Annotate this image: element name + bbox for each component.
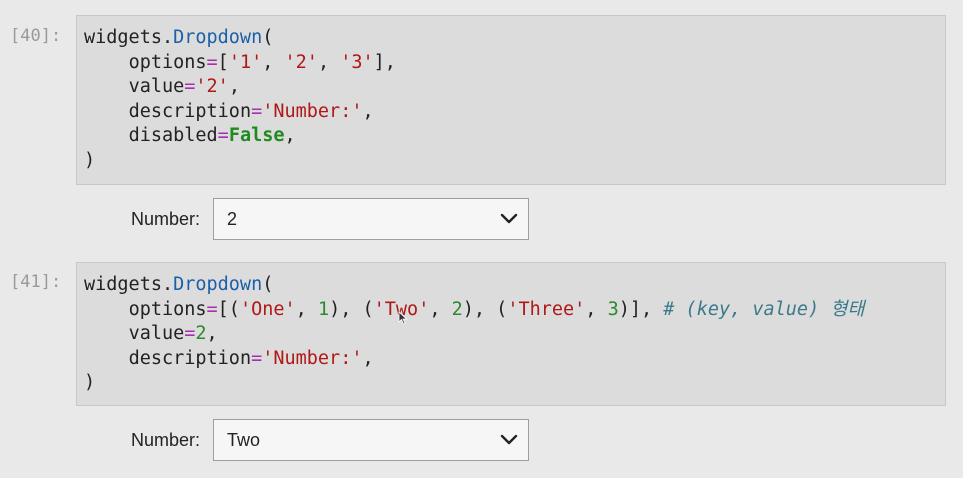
number-dropdown[interactable]: 2 xyxy=(213,198,529,240)
code-operator: = xyxy=(206,51,218,73)
code-string: '2' xyxy=(195,76,229,97)
code-identifier: description xyxy=(128,347,252,369)
code-punctuation xyxy=(84,348,129,369)
code-punctuation: , xyxy=(206,323,218,344)
code-operator: = xyxy=(251,347,263,369)
code-punctuation: )], xyxy=(618,298,664,320)
code-line: value='2', xyxy=(84,75,945,100)
code-punctuation: . xyxy=(161,27,174,48)
code-attribute: Dropdown xyxy=(173,27,263,48)
dropdown-label: Number: xyxy=(130,429,200,450)
code-string: 'Number:' xyxy=(262,347,363,369)
code-number: 1 xyxy=(317,298,330,320)
code-identifier: description xyxy=(128,100,252,122)
chevron-down-icon xyxy=(500,213,518,224)
code-cell[interactable]: widgets.Dropdown( options=['1', '2', '3'… xyxy=(76,15,946,185)
dropdown-widget: Number: Two xyxy=(76,419,529,461)
code-punctuation xyxy=(84,125,129,146)
code-line: widgets.Dropdown( xyxy=(84,26,945,51)
code-punctuation: ), ( xyxy=(462,298,508,320)
code-identifier: widgets xyxy=(84,27,162,48)
code-line: description='Number:', xyxy=(84,100,945,125)
cell-prompt: [41]: xyxy=(10,272,62,292)
code-number: 2 xyxy=(451,298,463,320)
dropdown-label: Number: xyxy=(130,208,200,229)
code-comment: # (key, value) 형태 xyxy=(663,298,865,320)
code-operator: = xyxy=(184,76,196,97)
code-line: description='Number:', xyxy=(84,347,945,372)
code-punctuation: ( xyxy=(262,27,274,48)
code-punctuation: , xyxy=(295,298,318,320)
code-punctuation xyxy=(84,76,129,97)
code-line: disabled=False, xyxy=(84,124,945,149)
code-identifier: options xyxy=(128,298,207,320)
code-punctuation: [ xyxy=(217,51,229,73)
code-punctuation: , xyxy=(585,298,608,320)
code-number: 2 xyxy=(195,323,207,344)
code-punctuation: ( xyxy=(262,274,274,295)
dropdown-widget: Number: 2 xyxy=(76,198,529,240)
number-dropdown[interactable]: Two xyxy=(213,419,529,461)
code-string: '1' xyxy=(228,51,263,73)
code-identifier: value xyxy=(128,76,185,97)
code-line: ) xyxy=(84,149,945,174)
code-string: 'Three' xyxy=(507,298,586,320)
code-operator: = xyxy=(251,100,263,122)
code-number: 3 xyxy=(607,298,619,320)
code-punctuation: ), ( xyxy=(329,298,374,320)
code-punctuation: [( xyxy=(217,298,240,320)
code-block: widgets.Dropdown( options=['1', '2', '3'… xyxy=(84,16,945,173)
code-identifier: widgets xyxy=(84,274,162,295)
code-punctuation: , xyxy=(362,100,374,122)
code-punctuation xyxy=(84,52,129,73)
code-block: widgets.Dropdown( options=[('One', 1), (… xyxy=(84,263,945,396)
code-punctuation: . xyxy=(161,274,174,295)
code-identifier: options xyxy=(128,51,207,73)
code-operator: = xyxy=(184,323,196,344)
chevron-down-icon xyxy=(500,434,518,445)
code-punctuation xyxy=(84,323,129,344)
code-string: '2' xyxy=(284,51,318,73)
code-identifier: value xyxy=(128,323,185,344)
code-identifier: disabled xyxy=(128,125,218,146)
code-punctuation: , xyxy=(284,125,296,146)
code-line: ) xyxy=(84,371,945,396)
code-line: options=[('One', 1), ('Two', 2), ('Three… xyxy=(84,298,945,323)
code-attribute: Dropdown xyxy=(173,274,263,295)
code-punctuation: , xyxy=(362,347,374,369)
code-line: value=2, xyxy=(84,322,945,347)
mouse-cursor-icon xyxy=(398,311,408,325)
code-punctuation: ) xyxy=(84,149,96,171)
code-string: 'One' xyxy=(239,298,296,320)
code-line: widgets.Dropdown( xyxy=(84,273,945,298)
code-punctuation xyxy=(84,101,129,122)
code-punctuation: , xyxy=(228,76,240,97)
code-cell[interactable]: widgets.Dropdown( options=[('One', 1), (… xyxy=(76,262,946,406)
dropdown-selected-value: Two xyxy=(227,429,261,450)
code-punctuation: , xyxy=(262,51,285,73)
code-punctuation: , xyxy=(317,51,341,73)
code-punctuation: ], xyxy=(373,51,396,73)
code-operator: = xyxy=(206,298,218,320)
cell-prompt: [40]: xyxy=(10,26,62,46)
notebook-page: [40]: widgets.Dropdown( options=['1', '2… xyxy=(0,0,963,478)
code-punctuation xyxy=(84,299,129,320)
code-keyword: False xyxy=(228,125,285,146)
code-punctuation: ) xyxy=(84,372,96,393)
code-line: options=['1', '2', '3'], xyxy=(84,51,945,76)
code-operator: = xyxy=(217,125,229,146)
code-string: 'Number:' xyxy=(262,100,363,122)
code-string: '3' xyxy=(340,51,374,73)
code-punctuation: , xyxy=(429,298,452,320)
dropdown-selected-value: 2 xyxy=(227,208,238,229)
